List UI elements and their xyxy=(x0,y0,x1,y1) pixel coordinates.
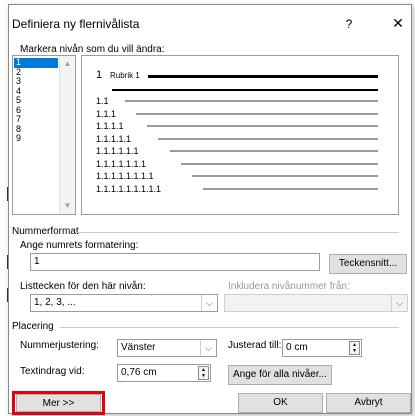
preview-row-line xyxy=(136,112,378,115)
preview-row-number: 1.1.1.1.1.1.1.1 xyxy=(96,171,154,181)
preview-row-number: 1.1.1.1.1.1.1.1.1 xyxy=(96,183,162,194)
placement-group-label: Placering xyxy=(12,321,54,332)
preview-row-line xyxy=(203,187,378,190)
level-item[interactable]: 9 xyxy=(14,133,58,144)
preview-row: 1.1.1.1.1.1 xyxy=(82,146,398,156)
preview-row-number: 1.1.1.1 xyxy=(96,121,124,131)
close-icon[interactable]: ✕ xyxy=(388,16,408,30)
spinner-icon[interactable]: ▲ ▼ xyxy=(349,341,360,355)
preview-heading-line xyxy=(148,75,378,78)
chevron-down-icon: ⌵ xyxy=(200,340,216,356)
ok-button[interactable]: OK xyxy=(238,393,323,413)
preview-row-line xyxy=(192,175,378,177)
preview-row-line xyxy=(180,162,378,165)
help-icon[interactable]: ? xyxy=(339,17,359,31)
number-style-dropdown[interactable]: 1, 2, 3, ... ⌵ xyxy=(30,294,218,312)
level-select-label: Markera nivån som du vill ändra: xyxy=(20,44,165,55)
preview-row-line xyxy=(158,137,378,140)
preview-body-line xyxy=(112,89,378,91)
placement-separator xyxy=(60,327,399,328)
set-for-all-levels-button[interactable]: Ange för alla nivåer... xyxy=(228,365,332,385)
scroll-down-icon[interactable]: ▼ xyxy=(60,200,75,212)
alignment-label: Nummerjustering: xyxy=(20,340,99,351)
preview-row-number: 1.1 xyxy=(96,96,109,106)
spinner-icon[interactable]: ▲ ▼ xyxy=(198,366,209,380)
preview-row-line xyxy=(169,150,378,152)
preview-row: 1.1.1.1.1.1.1.1.1 xyxy=(82,184,398,194)
preview-row-number: 1.1.1 xyxy=(96,108,117,119)
preview-row-line xyxy=(124,100,378,102)
format-field-label: Ange numrets formatering: xyxy=(20,240,139,251)
font-button[interactable]: Teckensnitt... xyxy=(329,254,407,274)
list-preview: 1 Rubrik 1 1.1 1.1.1 1.1.1.1 1.1.1.1.1 1.1.1… xyxy=(81,55,399,215)
preview-row: 1.1.1.1.1.1.1 xyxy=(82,159,398,169)
preview-row: 1.1.1.1 xyxy=(82,121,398,131)
preview-heading-row: 1 Rubrik 1 xyxy=(82,69,398,81)
preview-heading-text: Rubrik 1 xyxy=(110,71,140,80)
preview-heading-number: 1 xyxy=(96,69,103,81)
number-style-value: 1, 2, 3, ... xyxy=(34,297,76,308)
level-listbox-scrollbar[interactable]: ▲ ▼ xyxy=(59,56,75,214)
aligned-at-value: 0 cm xyxy=(286,342,308,353)
alignment-dropdown[interactable]: Vänster ⌵ xyxy=(117,339,217,357)
chevron-down-icon: ⌵ xyxy=(391,295,407,311)
dialog-title: Definiera ny flernivålista xyxy=(12,17,140,31)
preview-row: 1.1.1.1.1.1.1.1 xyxy=(82,171,398,181)
preview-row: 1.1 xyxy=(82,96,398,106)
number-format-group-label: Nummerformat xyxy=(12,226,79,237)
level-listbox[interactable]: 123456789 ▲ ▼ xyxy=(12,55,76,215)
aligned-at-input[interactable]: 0 cm ▲ ▼ xyxy=(282,339,362,357)
preview-row: 1.1.1 xyxy=(82,109,398,119)
number-format-input[interactable]: 1 xyxy=(30,253,320,271)
cancel-button[interactable]: Avbryt xyxy=(326,393,411,413)
chevron-down-icon: ⌵ xyxy=(201,295,217,311)
preview-row: 1.1.1.1.1 xyxy=(82,134,398,144)
preview-row-number: 1.1.1.1.1 xyxy=(96,133,132,144)
alignment-value: Vänster xyxy=(121,342,156,353)
include-level-label: Inkludera nivånummer från: xyxy=(228,281,350,292)
number-style-label: Listtecken för den här nivån: xyxy=(20,281,146,292)
aligned-at-label: Justerad till: xyxy=(228,340,282,351)
scroll-up-icon[interactable]: ▲ xyxy=(60,58,75,70)
preview-row-number: 1.1.1.1.1.1 xyxy=(96,146,139,156)
number-format-separator xyxy=(75,232,399,233)
text-indent-value: 0,76 cm xyxy=(121,367,157,378)
include-level-dropdown[interactable]: ⌵ xyxy=(224,294,408,312)
more-button-highlight xyxy=(12,391,105,415)
text-indent-label: Textindrag vid: xyxy=(20,366,85,377)
text-indent-input[interactable]: 0,76 cm ▲ ▼ xyxy=(117,364,211,382)
preview-row-number: 1.1.1.1.1.1.1 xyxy=(96,158,147,169)
preview-row-line xyxy=(147,125,378,127)
